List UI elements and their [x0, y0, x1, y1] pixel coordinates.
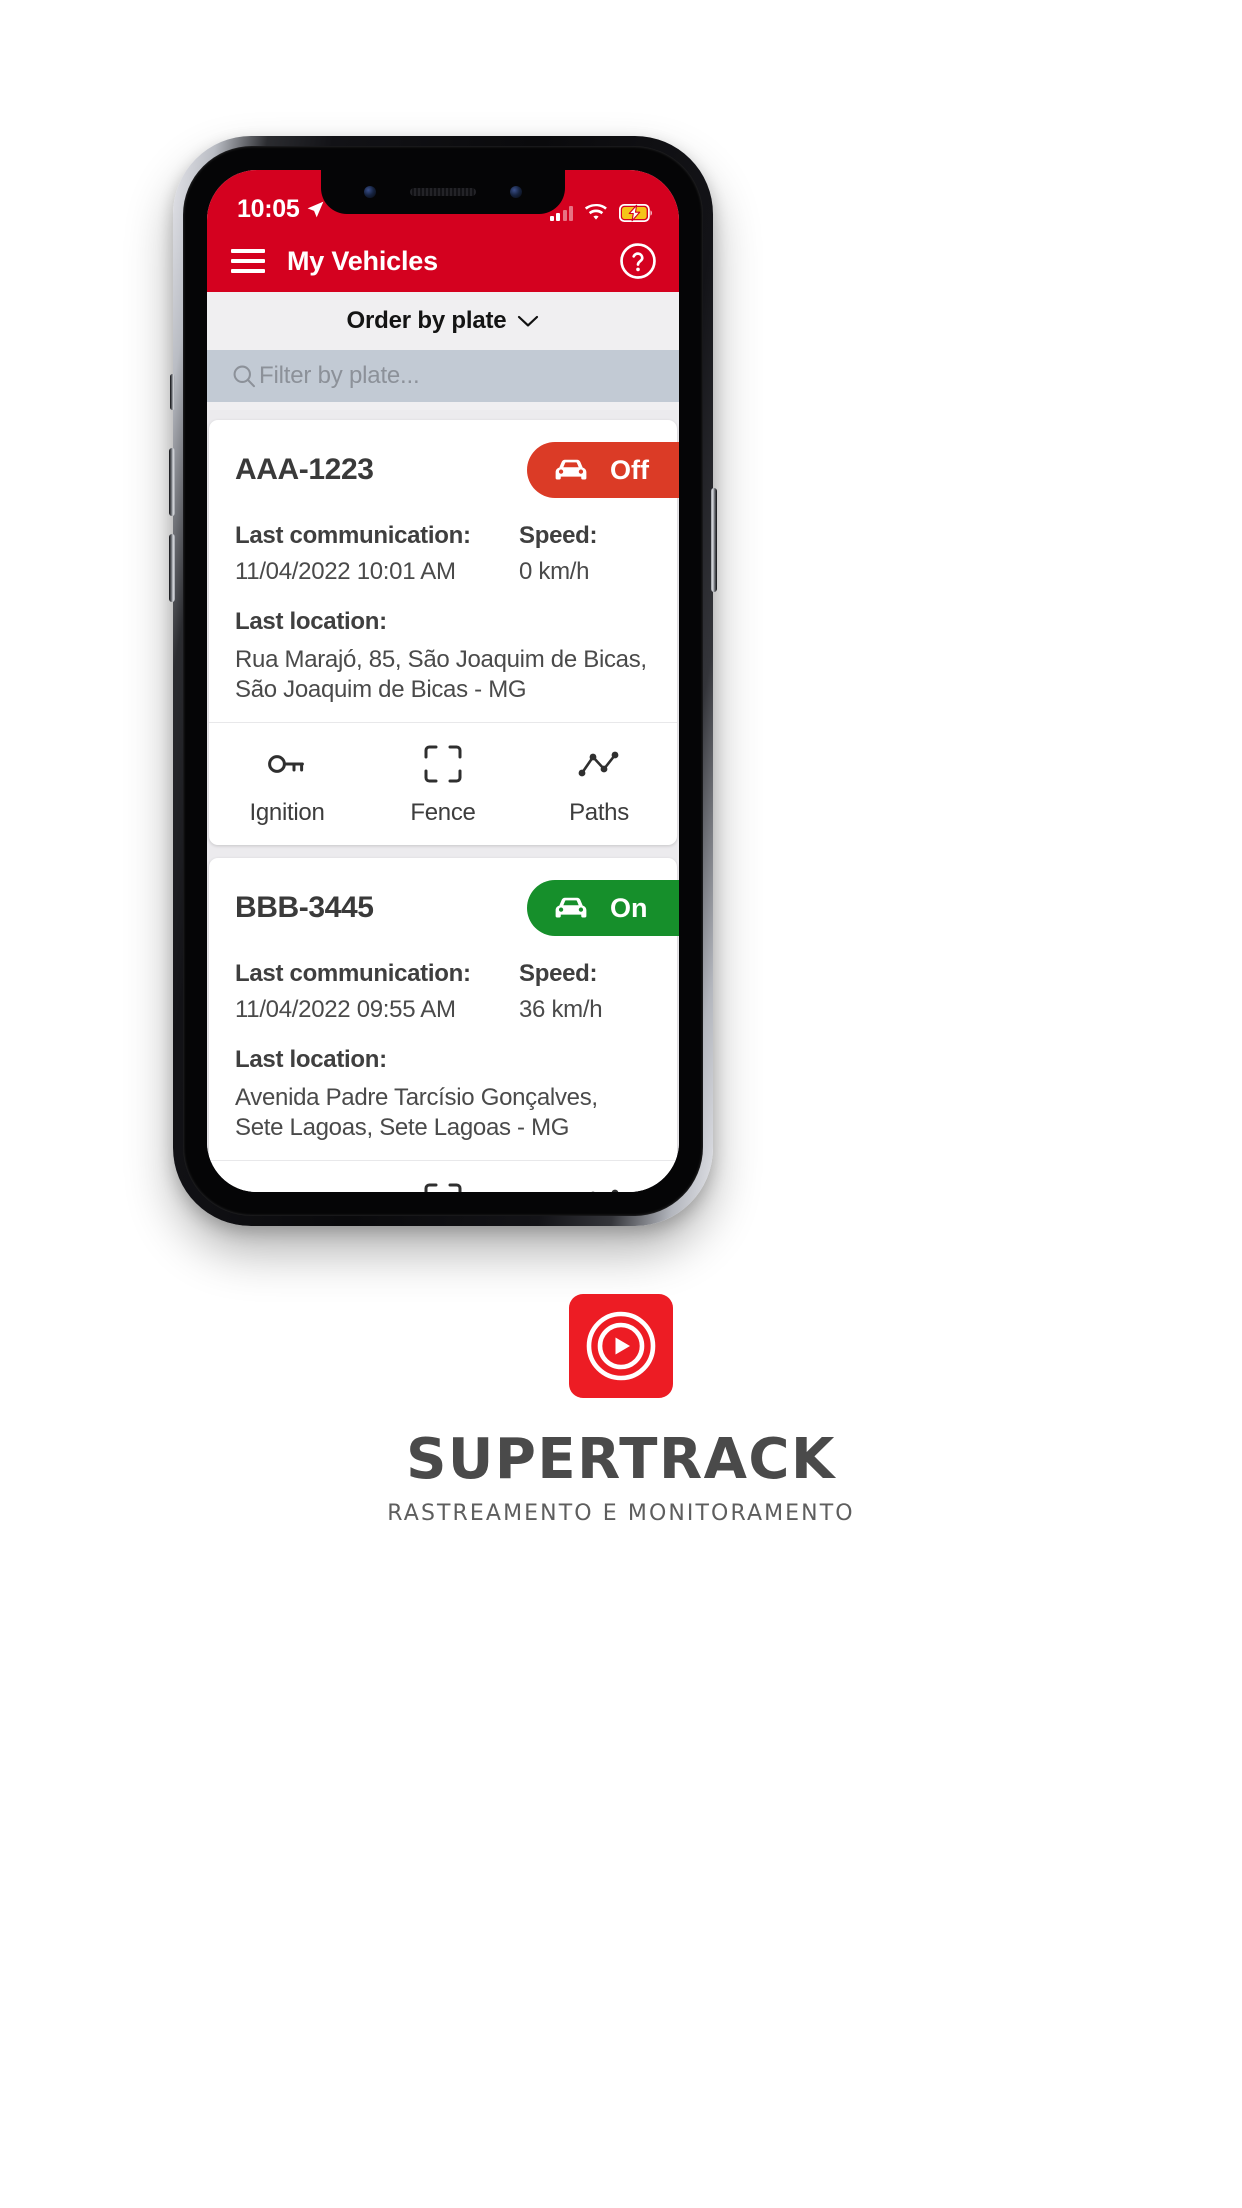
action-fence[interactable]: Fence [365, 743, 521, 827]
location-arrow-icon [308, 201, 324, 218]
search-placeholder-text: Filter by plate... [259, 362, 420, 389]
last-communication-block: Last communication: 11/04/2022 09:55 AM [235, 960, 519, 1024]
search-icon [233, 365, 255, 388]
hamburger-menu-icon[interactable] [231, 249, 265, 273]
car-icon [555, 459, 587, 480]
key-icon [266, 1181, 308, 1192]
vehicle-list: AAA-1223 Off Last communication: 11/04/2… [207, 410, 679, 1192]
brand-footer: SUPERTRACK RASTREAMENTO E MONITORAMENTO [0, 1294, 1242, 1526]
vehicle-card-actions: Ignition Fence [209, 722, 677, 845]
help-circle-icon[interactable] [619, 242, 657, 280]
speed-label: Speed: [519, 522, 598, 549]
brand-name: SUPERTRACK [406, 1427, 836, 1492]
phone-notch [321, 170, 565, 214]
sort-label: Order by plate [346, 307, 507, 334]
earpiece-speaker [410, 188, 476, 196]
geofence-brackets-icon [423, 1181, 463, 1192]
status-bar-right [549, 204, 654, 224]
chevron-down-icon [518, 315, 539, 326]
wifi-icon [584, 204, 607, 220]
last-location-block: Last location: Rua Marajó, 85, São Joaqu… [235, 608, 651, 704]
search-bar-wrapper: Filter by plate... [207, 350, 679, 410]
vehicle-info-row: Last communication: 11/04/2022 10:01 AM … [235, 522, 651, 586]
route-path-icon [577, 743, 621, 785]
search-input[interactable]: Filter by plate... [207, 350, 679, 402]
last-communication-value: 11/04/2022 10:01 AM [235, 558, 456, 585]
volume-up-button[interactable] [169, 448, 175, 516]
phone-screen: 10:05 My Vehicles Order by plate Filter … [207, 170, 679, 1192]
action-ignition[interactable]: Ignition [209, 1181, 365, 1192]
phone-bezel: 10:05 My Vehicles Order by plate Filter … [183, 146, 703, 1216]
last-location-value: Avenida Padre Tarcísio Gonçalves, Sete L… [235, 1084, 598, 1141]
action-paths[interactable]: Paths [521, 1181, 677, 1192]
power-button[interactable] [711, 488, 717, 592]
vehicle-plate: BBB-3445 [235, 891, 374, 925]
action-label: Paths [569, 799, 629, 827]
status-badge-label: On [610, 892, 648, 923]
action-label: Ignition [249, 799, 325, 827]
vehicle-plate: AAA-1223 [235, 453, 374, 486]
speed-value: 36 km/h [519, 996, 603, 1024]
front-camera-icon [510, 186, 522, 198]
status-bar-left: 10:05 [237, 195, 325, 224]
brand-tagline: RASTREAMENTO E MONITORAMENTO [387, 1501, 855, 1526]
status-badge-label: Off [610, 454, 649, 485]
supertrack-radar-arrow-logo [569, 1294, 673, 1398]
sort-selector[interactable]: Order by plate [207, 292, 679, 350]
vehicle-card-body: AAA-1223 Off Last communication: 11/04/2… [209, 420, 679, 722]
route-path-icon [577, 1181, 621, 1192]
phone-device-frame: 10:05 My Vehicles Order by plate Filter … [169, 136, 717, 1226]
last-location-label: Last location: [235, 608, 387, 635]
vehicle-card-header: BBB-3445 On [235, 880, 679, 937]
app-header: My Vehicles [207, 230, 679, 292]
vehicle-card[interactable]: AAA-1223 Off Last communication: 11/04/2… [209, 420, 679, 846]
action-fence[interactable]: Fence [365, 1181, 521, 1192]
vehicle-card-header: AAA-1223 Off [235, 442, 679, 498]
geofence-brackets-icon [423, 743, 463, 785]
status-badge[interactable]: On [527, 880, 679, 937]
last-communication-label: Last communication: [235, 960, 471, 988]
volume-down-button[interactable] [169, 534, 175, 602]
vehicle-info-row: Last communication: 11/04/2022 09:55 AM … [235, 960, 651, 1024]
speed-label: Speed: [519, 960, 598, 988]
vehicle-card-actions: Ignition Fence [209, 1160, 677, 1192]
key-icon [266, 743, 308, 785]
status-badge[interactable]: Off [527, 442, 679, 498]
action-label: Fence [410, 799, 476, 827]
speed-block: Speed: 36 km/h [519, 960, 603, 1024]
ir-camera-icon [364, 186, 376, 198]
car-icon [555, 897, 587, 918]
last-location-label: Last location: [235, 1046, 387, 1074]
last-communication-value: 11/04/2022 09:55 AM [235, 996, 456, 1024]
action-ignition[interactable]: Ignition [209, 743, 365, 827]
vehicle-card[interactable]: BBB-3445 On Last communication: 11/04/20… [209, 858, 679, 1192]
last-location-value: Rua Marajó, 85, São Joaquim de Bicas, Sã… [235, 646, 647, 703]
speed-block: Speed: 0 km/h [519, 522, 598, 586]
last-communication-label: Last communication: [235, 522, 471, 549]
status-time: 10:05 [237, 195, 300, 223]
page-title: My Vehicles [287, 245, 438, 276]
action-paths[interactable]: Paths [521, 743, 677, 827]
speed-value: 0 km/h [519, 558, 590, 585]
last-location-block: Last location: Avenida Padre Tarcísio Go… [235, 1046, 651, 1142]
vehicle-card-body: BBB-3445 On Last communication: 11/04/20… [209, 858, 679, 1160]
battery-charging-icon [619, 204, 652, 222]
last-communication-block: Last communication: 11/04/2022 10:01 AM [235, 522, 519, 586]
silent-switch-button[interactable] [170, 374, 175, 410]
